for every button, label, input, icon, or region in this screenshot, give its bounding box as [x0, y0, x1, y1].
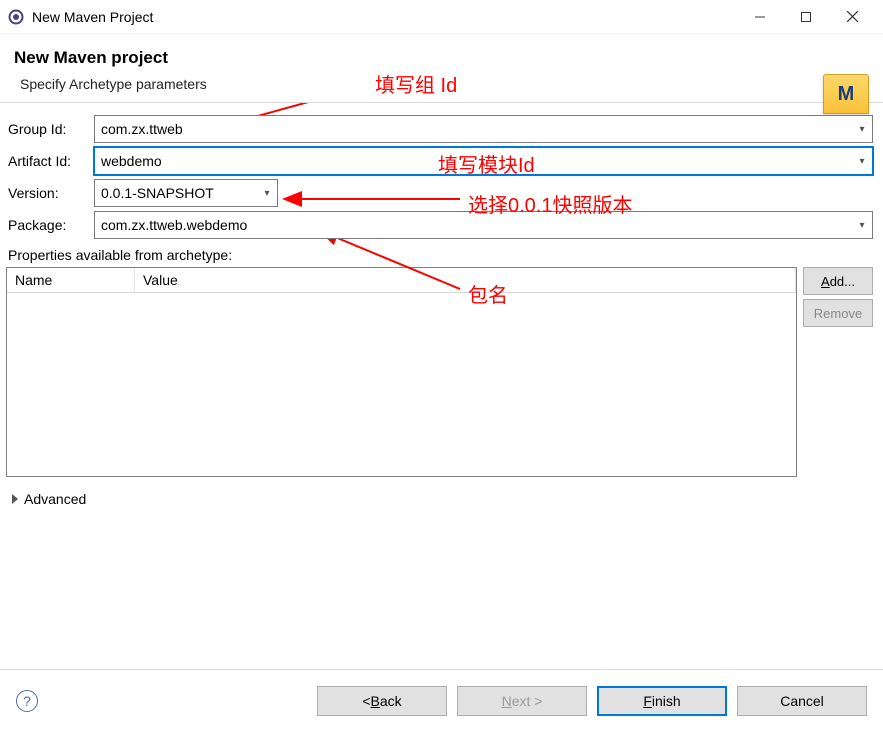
version-combo[interactable]: 0.0.1-SNAPSHOT ▾	[94, 179, 278, 207]
advanced-label: Advanced	[24, 491, 86, 507]
group-id-label: Group Id:	[6, 121, 94, 137]
wizard-footer: ? < Back Next > Finish Cancel	[0, 669, 883, 731]
artifact-id-label: Artifact Id:	[6, 153, 94, 169]
maximize-button[interactable]	[783, 1, 829, 33]
page-subtitle: Specify Archetype parameters	[20, 76, 869, 92]
package-input[interactable]	[95, 212, 852, 238]
version-label: Version:	[6, 185, 94, 201]
column-value[interactable]: Value	[135, 268, 796, 292]
window-title: New Maven Project	[32, 9, 153, 25]
package-label: Package:	[6, 217, 94, 233]
minimize-button[interactable]	[737, 1, 783, 33]
wizard-header: New Maven project Specify Archetype para…	[0, 34, 883, 102]
cancel-button[interactable]: Cancel	[737, 686, 867, 716]
artifact-id-combo[interactable]: ▾	[94, 147, 873, 175]
close-button[interactable]	[829, 1, 875, 33]
expand-triangle-icon	[12, 494, 18, 504]
package-combo[interactable]: ▾	[94, 211, 873, 239]
chevron-down-icon[interactable]: ▾	[852, 212, 872, 238]
next-button: Next >	[457, 686, 587, 716]
properties-label: Properties available from archetype:	[8, 247, 873, 263]
chevron-down-icon[interactable]: ▾	[852, 116, 872, 142]
finish-button[interactable]: Finish	[597, 686, 727, 716]
artifact-id-input[interactable]	[95, 148, 852, 174]
version-value: 0.0.1-SNAPSHOT	[95, 185, 257, 201]
app-icon	[8, 9, 24, 25]
table-header: Name Value	[7, 268, 796, 293]
title-bar: New Maven Project	[0, 0, 883, 34]
chevron-down-icon[interactable]: ▾	[852, 148, 872, 174]
group-id-combo[interactable]: ▾	[94, 115, 873, 143]
chevron-down-icon[interactable]: ▾	[257, 180, 277, 206]
help-icon[interactable]: ?	[16, 690, 38, 712]
add-button[interactable]: Add...	[803, 267, 873, 295]
remove-button: Remove	[803, 299, 873, 327]
advanced-expander[interactable]: Advanced	[12, 491, 873, 507]
form-area: Group Id: ▾ Artifact Id: ▾ Version: 0.0.…	[0, 103, 883, 515]
group-id-input[interactable]	[95, 116, 852, 142]
properties-table[interactable]: Name Value	[6, 267, 797, 477]
back-button[interactable]: < Back	[317, 686, 447, 716]
page-title: New Maven project	[14, 48, 869, 68]
column-name[interactable]: Name	[7, 268, 135, 292]
